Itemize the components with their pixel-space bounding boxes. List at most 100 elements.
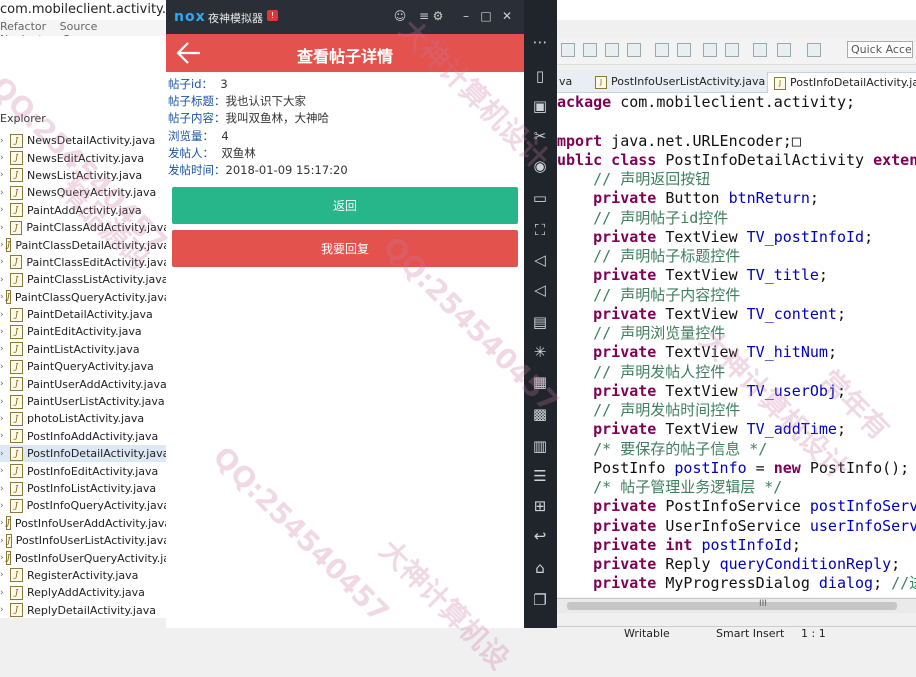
file-item[interactable]: › J PaintAddActivity.java <box>0 202 170 219</box>
expand-arrow-icon[interactable]: › <box>0 484 8 494</box>
expand-arrow-icon[interactable]: › <box>0 136 8 146</box>
code-editor[interactable]: ackage com.mobileclient.activity; mport j… <box>557 93 916 597</box>
file-item[interactable]: › J PostInfoUserListActivity.java <box>0 532 170 549</box>
alert-badge[interactable]: ! <box>267 10 278 21</box>
file-item[interactable]: › J PaintClassListActivity.java <box>0 271 170 288</box>
expand-arrow-icon[interactable]: › <box>0 431 8 441</box>
expand-arrow-icon[interactable]: › <box>0 397 8 407</box>
toolbar-icon[interactable] <box>677 43 691 57</box>
reply-button[interactable]: 我要回复 <box>172 230 518 268</box>
menu-lines-icon[interactable]: ☰ <box>530 466 550 486</box>
tab-partial[interactable]: va <box>559 72 572 92</box>
keyboard-icon[interactable]: ▭ <box>530 188 550 208</box>
expand-arrow-icon[interactable]: › <box>0 501 8 511</box>
expand-arrow-icon[interactable]: › <box>0 188 8 198</box>
file-item[interactable]: › J ReplyAddActivity.java <box>0 584 170 601</box>
file-item[interactable]: › J PaintEditActivity.java <box>0 323 170 340</box>
robot-icon[interactable]: ▣ <box>530 96 550 116</box>
expand-arrow-icon[interactable]: › <box>0 466 8 476</box>
multi-instance-icon[interactable]: ▦ <box>530 372 550 392</box>
horizontal-scrollbar[interactable]: III <box>557 598 916 613</box>
file-item[interactable]: › J RegisterActivity.java <box>0 567 170 584</box>
file-item[interactable]: › J NewsListActivity.java <box>0 167 170 184</box>
tab-postinfo-user-list[interactable]: J PostInfoUserListActivity.java <box>595 72 765 92</box>
file-item[interactable]: › J PaintDetailActivity.java <box>0 306 170 323</box>
rotate-icon[interactable]: ▯ <box>530 66 550 86</box>
toolbar-icon[interactable] <box>583 43 597 57</box>
folder-icon[interactable]: ▥ <box>530 436 550 456</box>
expand-arrow-icon[interactable]: › <box>0 414 8 424</box>
file-item[interactable]: › JphotoListActivity.java <box>0 410 170 427</box>
video-icon[interactable]: ▩ <box>530 404 550 424</box>
scroll-thumb[interactable] <box>567 602 897 610</box>
expand-arrow-icon[interactable]: › <box>0 518 4 528</box>
expand-arrow-icon[interactable]: › <box>0 379 8 389</box>
expand-arrow-icon[interactable]: › <box>0 223 8 233</box>
recent-apps-icon[interactable]: ❐ <box>530 590 550 610</box>
maximize-icon[interactable]: □ <box>478 9 494 23</box>
expand-arrow-icon[interactable]: › <box>0 344 8 354</box>
menu-refactor[interactable]: Refactor <box>0 20 46 33</box>
user-icon[interactable]: ☺ <box>392 9 408 23</box>
expand-arrow-icon[interactable]: › <box>0 205 8 215</box>
more-icon[interactable]: ⋯ <box>530 32 550 52</box>
expand-arrow-icon[interactable]: › <box>0 449 8 459</box>
toolbar-icon[interactable] <box>605 43 619 57</box>
volume-down-icon[interactable]: ◁ <box>530 280 550 300</box>
close-icon[interactable]: ✕ <box>499 9 515 23</box>
expand-arrow-icon[interactable]: › <box>0 605 8 615</box>
expand-arrow-icon[interactable]: › <box>0 588 8 598</box>
file-item[interactable]: › J PostInfoUserAddActivity.java <box>0 515 170 532</box>
file-item[interactable]: › J ReplyDetailActivity.java <box>0 602 170 618</box>
toolbar-icon[interactable] <box>777 43 791 57</box>
expand-arrow-icon[interactable]: › <box>0 570 8 580</box>
toolbar-icon[interactable] <box>807 43 821 57</box>
location-icon[interactable]: ◉ <box>530 156 550 176</box>
expand-arrow-icon[interactable]: › <box>0 153 8 163</box>
file-item[interactable]: › J PaintClassEditActivity.java <box>0 254 170 271</box>
expand-arrow-icon[interactable]: › <box>0 240 4 250</box>
settings-icon[interactable]: ⚙ <box>430 9 446 23</box>
expand-arrow-icon[interactable]: › <box>0 310 8 320</box>
file-item[interactable]: › J NewsQueryActivity.java <box>0 184 170 201</box>
file-item[interactable]: › J PaintClassDetailActivity.java <box>0 236 170 253</box>
menu-source[interactable]: Source <box>60 20 98 33</box>
file-item[interactable]: › J PostInfoUserQueryActivity.java <box>0 549 170 566</box>
expand-arrow-icon[interactable]: › <box>0 170 8 180</box>
toolbar-icon[interactable] <box>627 43 641 57</box>
expand-arrow-icon[interactable]: › <box>0 292 4 302</box>
toolbar-icon[interactable] <box>561 43 575 57</box>
file-item[interactable]: › J PaintClassAddActivity.java <box>0 219 170 236</box>
back-icon[interactable]: ↩ <box>530 526 550 546</box>
file-item[interactable]: › J NewsDetailActivity.java <box>0 132 170 149</box>
file-item[interactable]: › J PostInfoEditActivity.java <box>0 462 170 479</box>
file-item[interactable]: › J PostInfoListActivity.java <box>0 480 170 497</box>
file-item[interactable]: › J PaintListActivity.java <box>0 341 170 358</box>
file-item[interactable]: › J NewsEditActivity.java <box>0 149 170 166</box>
expand-arrow-icon[interactable]: › <box>0 257 8 267</box>
file-item[interactable]: › J PostInfoDetailActivity.java <box>0 445 170 463</box>
toolbar-icon[interactable] <box>703 43 717 57</box>
file-item[interactable]: › J PaintQueryActivity.java <box>0 358 170 375</box>
toolbar-icon[interactable] <box>725 43 739 57</box>
apk-icon[interactable]: ▤ <box>530 312 550 332</box>
shake-icon[interactable]: ✳ <box>530 342 550 362</box>
quick-access-input[interactable]: Quick Access <box>847 41 913 58</box>
scissors-icon[interactable]: ✂ <box>530 126 550 146</box>
file-item[interactable]: › J PaintUserAddActivity.java <box>0 375 170 392</box>
return-button[interactable]: 返回 <box>172 187 518 225</box>
volume-up-icon[interactable]: ◁ <box>530 250 550 270</box>
add-icon[interactable]: ⊞ <box>530 496 550 516</box>
expand-arrow-icon[interactable]: › <box>0 327 8 337</box>
minimize-icon[interactable]: – <box>458 9 474 23</box>
toolbar-icon[interactable] <box>753 43 767 57</box>
file-item[interactable]: › J PaintUserListActivity.java <box>0 393 170 410</box>
file-item[interactable]: › J PostInfoAddActivity.java <box>0 428 170 445</box>
expand-arrow-icon[interactable]: › <box>0 536 4 546</box>
expand-arrow-icon[interactable]: › <box>0 553 4 563</box>
file-item[interactable]: › J PostInfoQueryActivity.java <box>0 497 170 514</box>
expand-arrow-icon[interactable]: › <box>0 275 8 285</box>
tab-postinfo-detail[interactable]: J PostInfoDetailActivity.java <box>767 72 916 93</box>
toolbar-icon[interactable] <box>655 43 669 57</box>
fullscreen-icon[interactable]: ⛶ <box>530 220 550 240</box>
